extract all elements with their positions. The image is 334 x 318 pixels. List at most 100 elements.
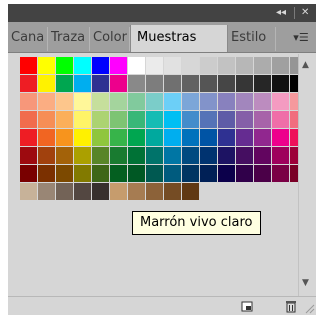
color-swatch[interactable] [146,111,163,128]
color-swatch[interactable] [254,129,271,146]
color-swatch[interactable] [182,111,199,128]
color-swatch[interactable] [110,129,127,146]
color-swatch[interactable] [20,165,37,182]
color-swatch[interactable] [74,57,91,74]
color-swatch[interactable] [272,93,289,110]
color-swatch[interactable] [110,183,127,200]
color-swatch[interactable] [38,183,55,200]
color-swatch[interactable] [74,147,91,164]
color-swatch[interactable] [128,165,145,182]
trash-icon[interactable] [284,299,298,313]
color-swatch[interactable] [218,165,235,182]
color-swatch[interactable] [74,111,91,128]
color-swatch[interactable] [236,129,253,146]
color-swatch[interactable] [146,129,163,146]
color-swatch[interactable] [164,183,181,200]
color-swatch[interactable] [56,165,73,182]
color-swatch[interactable] [20,183,37,200]
color-swatch[interactable] [164,147,181,164]
color-swatch[interactable] [74,183,91,200]
close-icon[interactable]: ✕ [301,6,309,20]
color-swatch[interactable] [128,57,145,74]
color-swatch[interactable] [128,129,145,146]
tab-canales[interactable]: Cana [8,27,48,51]
color-swatch[interactable] [56,111,73,128]
color-swatch[interactable] [164,75,181,92]
color-swatch[interactable] [74,129,91,146]
tab-muestras[interactable]: Muestras [130,25,228,52]
color-swatch[interactable] [20,57,37,74]
color-swatch[interactable] [74,75,91,92]
vertical-scrollbar[interactable]: ▲ ▼ [298,54,315,296]
color-swatch[interactable] [146,183,163,200]
color-swatch[interactable] [182,129,199,146]
color-swatch[interactable] [200,93,217,110]
color-swatch[interactable] [92,129,109,146]
color-swatch[interactable] [200,165,217,182]
color-swatch[interactable] [128,75,145,92]
scroll-down-icon[interactable]: ▼ [302,278,309,288]
color-swatch[interactable] [146,165,163,182]
color-swatch[interactable] [164,57,181,74]
color-swatch[interactable] [254,111,271,128]
color-swatch[interactable] [218,75,235,92]
color-swatch[interactable] [110,165,127,182]
color-swatch[interactable] [218,57,235,74]
color-swatch[interactable] [272,75,289,92]
color-swatch[interactable] [92,93,109,110]
color-swatch[interactable] [20,129,37,146]
color-swatch[interactable] [56,183,73,200]
color-swatch[interactable] [74,165,91,182]
color-swatch[interactable] [236,93,253,110]
color-swatch[interactable] [20,147,37,164]
color-swatch[interactable] [56,93,73,110]
color-swatch[interactable] [254,165,271,182]
color-swatch[interactable] [56,147,73,164]
color-swatch[interactable] [236,165,253,182]
color-swatch[interactable] [38,147,55,164]
color-swatch[interactable] [92,147,109,164]
color-swatch[interactable] [200,129,217,146]
color-swatch[interactable] [92,57,109,74]
color-swatch[interactable] [110,57,127,74]
color-swatch[interactable] [110,147,127,164]
color-swatch[interactable] [146,147,163,164]
color-swatch[interactable] [92,183,109,200]
color-swatch[interactable] [200,111,217,128]
color-swatch[interactable] [200,57,217,74]
color-swatch[interactable] [272,165,289,182]
color-swatch[interactable] [110,93,127,110]
color-swatch[interactable] [236,75,253,92]
color-swatch[interactable] [128,147,145,164]
color-swatch[interactable] [38,165,55,182]
color-swatch[interactable] [128,93,145,110]
color-swatch[interactable] [146,75,163,92]
color-swatch[interactable] [20,111,37,128]
color-swatch[interactable] [164,165,181,182]
color-swatch[interactable] [200,147,217,164]
color-swatch[interactable] [182,57,199,74]
color-swatch[interactable] [38,57,55,74]
color-swatch[interactable] [92,111,109,128]
color-swatch[interactable] [38,75,55,92]
color-swatch[interactable] [254,147,271,164]
color-swatch[interactable] [128,111,145,128]
color-swatch[interactable] [20,93,37,110]
tab-estilos[interactable]: Estilo [228,27,276,51]
color-swatch[interactable] [56,129,73,146]
color-swatch[interactable] [20,75,37,92]
collapse-icon[interactable]: ◂◂ [276,6,286,20]
panel-menu-icon[interactable]: ▾☰ [290,27,312,49]
color-swatch[interactable] [182,183,199,200]
color-swatch[interactable] [182,93,199,110]
color-swatch[interactable] [272,111,289,128]
color-swatch[interactable] [56,75,73,92]
color-swatch[interactable] [164,111,181,128]
color-swatch[interactable] [110,75,127,92]
color-swatch[interactable] [182,147,199,164]
color-swatch[interactable] [74,93,91,110]
resize-grip-icon[interactable] [302,301,316,315]
scroll-up-icon[interactable]: ▲ [302,60,309,70]
color-swatch[interactable] [272,129,289,146]
color-swatch[interactable] [200,75,217,92]
